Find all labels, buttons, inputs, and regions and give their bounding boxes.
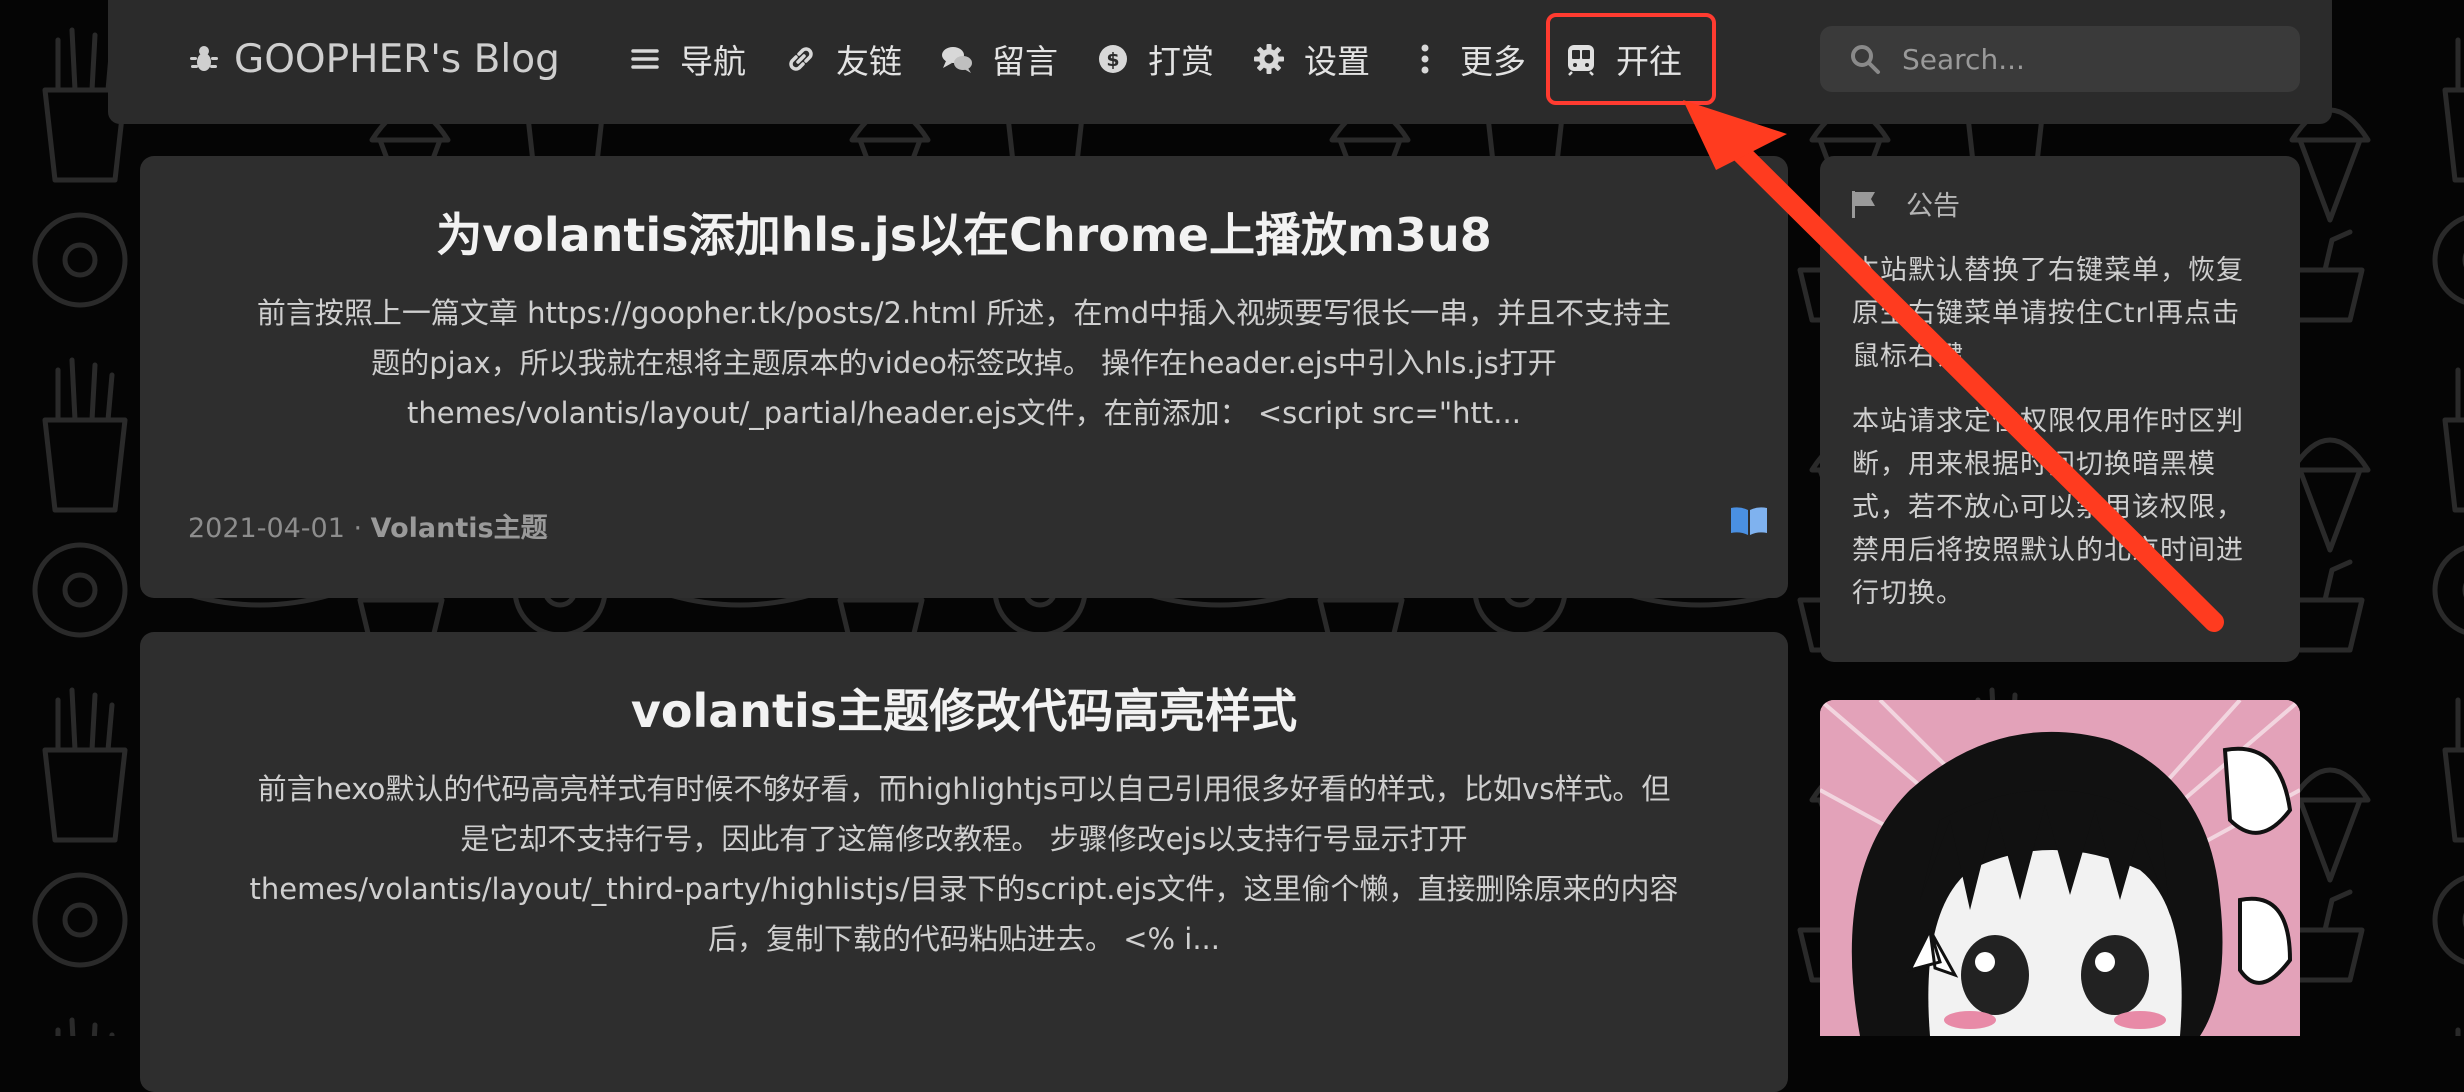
annotation-arrow [1683,100,2224,632]
